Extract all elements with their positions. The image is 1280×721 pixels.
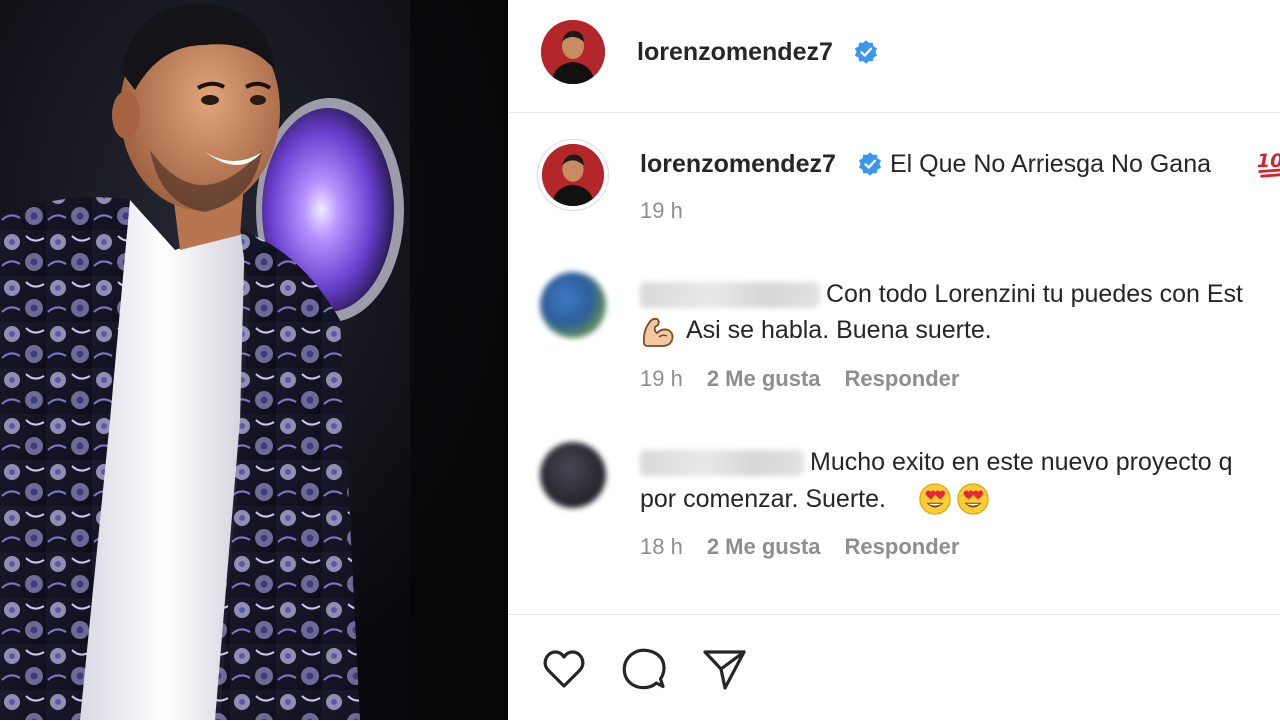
comment-text-line: Mucho exito en este nuevo proyecto q [810,448,1233,476]
comment-text-line: por comenzar. Suerte. [640,485,886,513]
post-image [0,0,508,720]
caption-avatar[interactable] [542,144,604,206]
comment-username-redacted[interactable] [640,282,820,308]
comment-text-line: Asi se habla. Buena suerte. [686,316,992,344]
paper-plane-icon[interactable] [700,645,748,693]
heart-icon[interactable] [540,645,588,693]
comment-username-redacted[interactable] [640,450,804,476]
comment-avatar[interactable] [540,272,606,338]
verified-badge-icon [854,40,878,64]
post-detail-pane: lorenzomendez7 lorenzomendez7 El Que No … [508,0,1280,720]
comment-timestamp[interactable]: 18 h [640,534,683,560]
heart-eyes-emoji [919,483,951,515]
reply-button[interactable]: Responder [845,534,960,560]
post-author-username[interactable]: lorenzomendez7 [637,38,833,67]
post-header: lorenzomendez7 [508,0,1280,113]
verified-badge-icon [858,152,882,176]
comment-avatar[interactable] [540,442,606,508]
avatar[interactable] [541,20,605,84]
avatar-image [542,144,604,206]
caption-username[interactable]: lorenzomendez7 [640,150,836,179]
comment-meta: 18 h 2 Me gusta Responder [640,534,959,560]
flexed-biceps-emoji [642,317,674,347]
caption-text: El Que No Arriesga No Gana [890,150,1211,178]
action-bar [508,614,1280,721]
reply-button[interactable]: Responder [845,366,960,392]
svg-text:100: 100 [1257,150,1280,172]
comment-text-line: Con todo Lorenzini tu puedes con Est [826,280,1243,308]
comment-meta: 19 h 2 Me gusta Responder [640,366,959,392]
comment-bubble-icon[interactable] [620,645,668,693]
caption-timestamp[interactable]: 19 h [640,198,683,224]
comment-likes-link[interactable]: 2 Me gusta [707,366,821,392]
comment-likes-link[interactable]: 2 Me gusta [707,534,821,560]
comment-timestamp[interactable]: 19 h [640,366,683,392]
hundred-points-emoji: 100 [1257,150,1280,178]
avatar-image [541,20,605,84]
heart-eyes-emoji [957,483,989,515]
post-photo[interactable] [0,0,508,720]
